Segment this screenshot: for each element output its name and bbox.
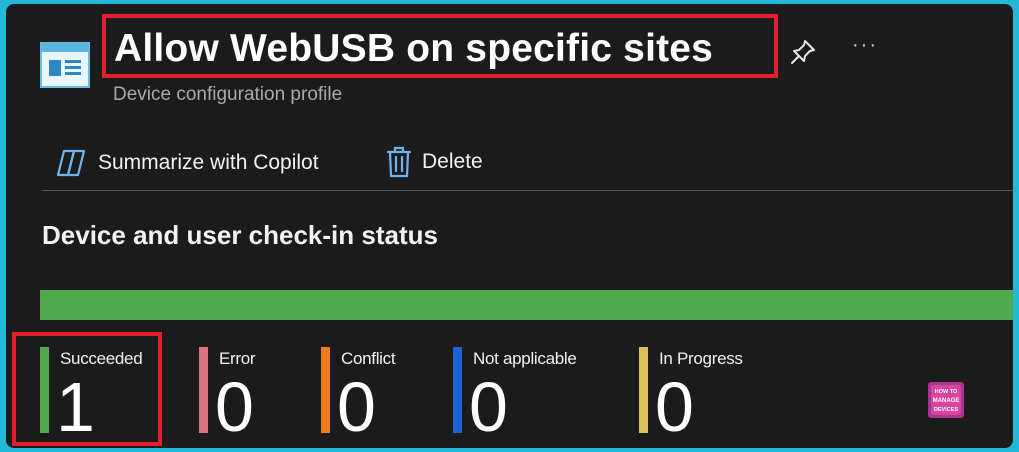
stat-label: Succeeded [60,349,143,368]
configuration-profile-icon [40,42,90,88]
toolbar-divider [42,190,1013,191]
stat-accent [199,347,208,433]
profile-panel: Allow WebUSB on specific sites ··· Devic… [6,4,1013,448]
section-title: Device and user check-in status [42,220,438,250]
stat-not-applicable[interactable]: Not applicable 0 [453,347,603,446]
stat-label: In Progress [659,349,743,368]
svg-text:DEVICES: DEVICES [934,407,958,413]
svg-text:HOW TO: HOW TO [935,389,958,395]
stat-conflict[interactable]: Conflict 0 [321,347,431,446]
stat-value: 0 [337,368,376,446]
pin-icon[interactable] [789,38,817,66]
stat-label: Error [219,349,256,368]
page-title: Allow WebUSB on specific sites [114,27,714,70]
svg-text:MANAGE: MANAGE [933,398,960,404]
stat-succeeded[interactable]: Succeeded 1 [40,347,155,446]
stat-accent [40,347,49,433]
stat-in-progress[interactable]: In Progress 0 [639,347,769,446]
delete-label: Delete [422,150,483,173]
trash-icon [386,146,412,178]
page-subtitle: Device configuration profile [113,84,343,105]
howtomanagedevices-logo: HOW TO MANAGE DEVICES [928,382,964,418]
stat-accent [639,347,648,433]
stat-value: 0 [469,368,508,446]
stat-value: 1 [56,368,95,446]
delete-button[interactable]: Delete [386,146,483,178]
checkin-status-bar [40,290,1013,320]
stat-accent [321,347,330,433]
stat-value: 0 [215,368,254,446]
stat-error[interactable]: Error 0 [199,347,299,446]
stat-accent [453,347,462,433]
more-options-button[interactable]: ··· [852,34,878,57]
summarize-copilot-button[interactable]: Summarize with Copilot [54,146,319,180]
copilot-icon [56,149,86,177]
stat-label: Conflict [341,349,396,368]
summarize-copilot-label: Summarize with Copilot [98,151,319,174]
stat-value: 0 [655,368,694,446]
stat-label: Not applicable [473,349,577,368]
